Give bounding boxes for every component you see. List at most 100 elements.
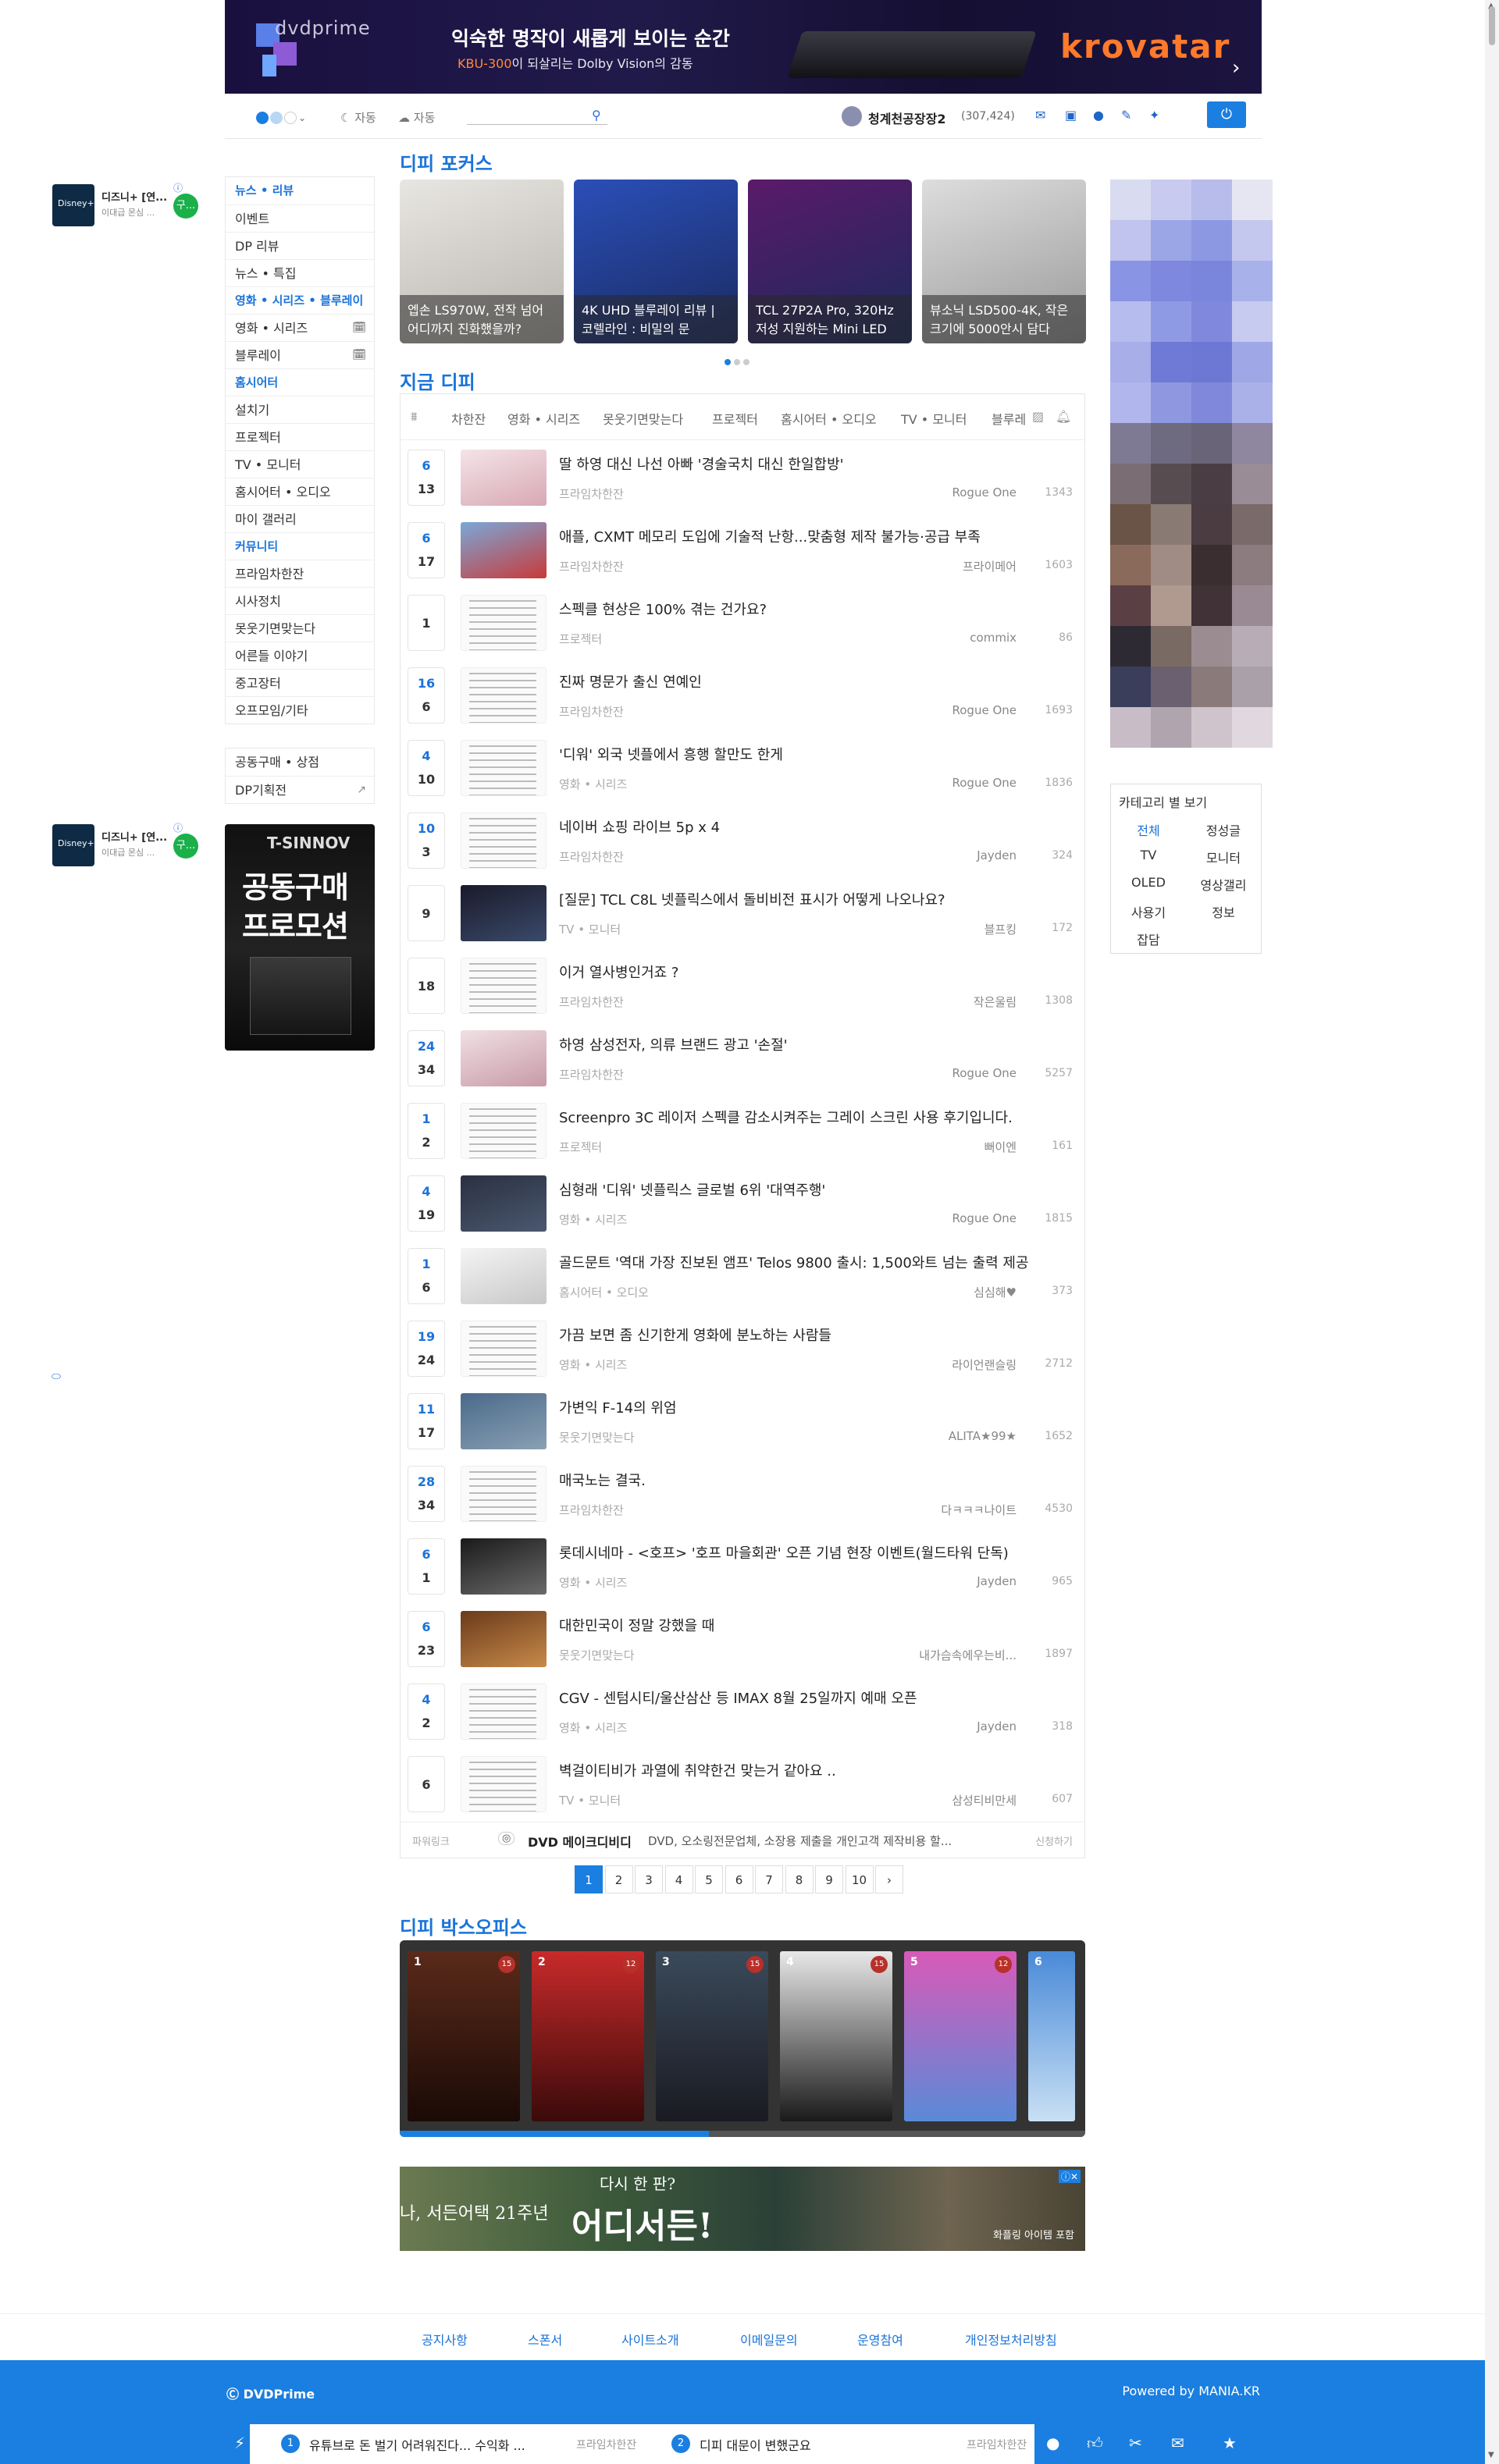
post-category[interactable]: 영화 • 시리즈	[559, 1574, 627, 1591]
post-category[interactable]: 프라임차한잔	[559, 994, 624, 1010]
image-view-icon[interactable]: ▨	[1032, 409, 1044, 424]
focus-pager-dots[interactable]	[725, 354, 753, 368]
post-row[interactable]: 24 34 하영 삼성전자, 의류 브랜드 광고 '손절' 프라임차한잔 Rogue O…	[400, 1022, 1085, 1095]
nav-item[interactable]: 설치기	[226, 396, 374, 423]
post-title[interactable]: 하영 삼성전자, 의류 브랜드 광고 '손절'	[559, 1034, 788, 1054]
post-author[interactable]: Jayden	[977, 1719, 1017, 1733]
category-item[interactable]: 정보	[1186, 902, 1261, 921]
page-scrollbar[interactable]: ▲ ▼	[1485, 0, 1499, 2464]
chat-icon[interactable]: ●	[1093, 108, 1104, 123]
user-name[interactable]: 청계천공장장2	[868, 108, 945, 127]
footer-link[interactable]: 스폰서	[528, 2330, 562, 2348]
nav-item[interactable]: 오프모임/기타	[226, 696, 374, 724]
post-author[interactable]: 블프킹	[984, 921, 1017, 937]
nav-item[interactable]: 어른들 이야기	[226, 642, 374, 669]
movie-poster[interactable]: 6	[1028, 1951, 1075, 2121]
bell-icon[interactable]: 🔔︎	[1056, 409, 1071, 424]
post-row[interactable]: 4 2 CGV - 센텀시티/울산삼산 등 IMAX 8월 25일까지 예매 오픈 영…	[400, 1676, 1085, 1748]
carousel-progress[interactable]	[400, 2131, 1085, 2137]
post-row[interactable]: 6 23 대한민국이 정말 강했을 때 못웃기면맞는다 내가슴속에우는비... 1897	[400, 1603, 1085, 1676]
group-buy-promo-ad[interactable]: T-SINNOV 공동구매 프로모션	[225, 824, 375, 1051]
page-button[interactable]: 8	[785, 1865, 814, 1893]
post-thumbnail[interactable]	[461, 522, 547, 578]
post-row[interactable]: 18 이거 열사병인거죠 ? 프라임차한잔 작은울림 1308	[400, 950, 1085, 1022]
post-row[interactable]: 28 34 매국노는 결국. 프라임차한잔 다ㅋㅋㅋ나이트 4530	[400, 1458, 1085, 1531]
post-thumbnail[interactable]	[461, 885, 547, 941]
footer-powered[interactable]: Powered by MANIA.KR	[1122, 2384, 1260, 2398]
tab-category[interactable]: 못웃기면맞는다	[603, 409, 683, 428]
nav-item[interactable]: TV • 모니터	[226, 450, 374, 478]
dock-item-title[interactable]: 디피 대문이 변했군요	[700, 2435, 811, 2454]
post-title[interactable]: 스펙클 현상은 100% 겪는 건가요?	[559, 599, 767, 619]
category-item[interactable]: TV	[1111, 848, 1186, 862]
chat-icon[interactable]: ●	[1046, 2434, 1059, 2452]
tab-category[interactable]: 블루레	[992, 409, 1026, 428]
mail-icon[interactable]: ✉	[1035, 108, 1045, 123]
post-row[interactable]: 1 2 Screenpro 3C 레이저 스펙클 감소시켜주는 그레이 스크린 사용…	[400, 1095, 1085, 1168]
category-item[interactable]: 정성글	[1186, 820, 1261, 839]
page-button[interactable]: 3	[635, 1865, 663, 1893]
post-title[interactable]: CGV - 센텀시티/울산삼산 등 IMAX 8월 25일까지 예매 오픈	[559, 1687, 917, 1708]
post-row[interactable]: 6 13 딸 하영 대신 나선 아빠 '경술국치 대신 한일합방' 프라임차한잔 Rog…	[400, 442, 1085, 514]
page-button[interactable]: 5	[695, 1865, 723, 1893]
post-title[interactable]: 진짜 명문가 출신 연예인	[559, 671, 702, 692]
page-button[interactable]: 10	[845, 1865, 874, 1893]
post-thumbnail[interactable]	[461, 1248, 547, 1304]
bottom-banner-ad[interactable]: 다시 한 판? 나, 서든어택 21주년 어디서든! 화플링 아이템 포함 ⓘ✕	[400, 2167, 1085, 2251]
page-button[interactable]: 9	[815, 1865, 843, 1893]
nav-item[interactable]: 홈시어터 • 오디오	[226, 478, 374, 505]
post-thumbnail[interactable]	[461, 1466, 547, 1522]
page-button[interactable]: 4	[664, 1865, 693, 1893]
moon-auto-toggle[interactable]: ☾ 자동	[340, 109, 376, 126]
section-title-now[interactable]: 지금 디피	[400, 367, 475, 394]
post-row[interactable]: 4 19 심형래 '디워' 넷플릭스 글로벌 6위 '대역주행' 영화 • 시리즈 Ro…	[400, 1168, 1085, 1240]
post-title[interactable]: 이거 열사병인거죠 ?	[559, 962, 678, 982]
theme-dots[interactable]: ⌄	[256, 109, 308, 124]
post-category[interactable]: 프라임차한잔	[559, 1502, 624, 1518]
post-title[interactable]: 네이버 쇼핑 라이브 5p x 4	[559, 816, 720, 837]
nav-item[interactable]: 중고장터	[226, 669, 374, 696]
category-item[interactable]: 영상갤리	[1186, 875, 1261, 894]
post-author[interactable]: Jayden	[977, 848, 1017, 862]
post-category[interactable]: 홈시어터 • 오디오	[559, 1284, 649, 1300]
side-ad-1[interactable]: Disney+ 디즈니+ [연... 이대급 몬심 ... ⓘ 구...	[48, 181, 201, 229]
wrench-icon[interactable]: ✂	[1129, 2434, 1142, 2452]
post-category[interactable]: 영화 • 시리즈	[559, 1356, 627, 1373]
focus-card[interactable]: 뷰소닉 LSD500-4K, 작은 크기에 5000안시 담다	[922, 180, 1086, 343]
top-banner-ad[interactable]: dvdprime 익숙한 명작이 새롭게 보이는 순간 KBU-300이 되살리…	[225, 0, 1262, 94]
post-thumbnail[interactable]	[461, 1684, 547, 1740]
lightning-icon[interactable]: ⚡	[234, 2434, 245, 2452]
focus-card[interactable]: 4K UHD 블루레이 리뷰 | 코렐라인 : 비밀의 문	[574, 180, 738, 343]
tab-category[interactable]: 홈시어터 • 오디오	[781, 409, 877, 428]
side-ad-badge[interactable]: 구...	[173, 194, 198, 219]
post-row[interactable]: 16 6 진짜 명문가 출신 연예인 프라임차한잔 Rogue One 1693	[400, 660, 1085, 732]
post-title[interactable]: 골드문트 '역대 가장 진보된 앰프' Telos 9800 출시: 1,500…	[559, 1252, 1029, 1272]
footer-link[interactable]: 이메일문의	[740, 2330, 798, 2348]
post-title[interactable]: 매국노는 결국.	[559, 1470, 646, 1490]
nav-item[interactable]: 영화 • 시리즈 🗓︎	[226, 314, 374, 341]
post-category[interactable]: 프라임차한잔	[559, 558, 624, 574]
page-button[interactable]: ›	[875, 1865, 903, 1893]
post-thumbnail[interactable]	[461, 1321, 547, 1377]
post-title[interactable]: [질문] TCL C8L 넷플릭스에서 돌비비전 표시가 어떻게 나오나요?	[559, 889, 945, 909]
category-item[interactable]: 모니터	[1186, 848, 1261, 866]
power-link-title[interactable]: DVD 메이크디비디	[528, 1832, 632, 1851]
post-thumbnail[interactable]	[461, 1175, 547, 1232]
movie-poster[interactable]: 2 12	[532, 1951, 644, 2121]
ad-info-icon[interactable]: ⓘ	[173, 181, 183, 194]
tab-category[interactable]: 영화 • 시리즈	[507, 409, 580, 428]
post-thumbnail[interactable]	[461, 450, 547, 506]
post-category[interactable]: 못웃기면맞는다	[559, 1429, 635, 1445]
post-author[interactable]: ALITA★99★	[949, 1429, 1017, 1443]
post-thumbnail[interactable]	[461, 595, 547, 651]
post-row[interactable]: 6 17 애플, CXMT 메모리 도입에 기술적 난항...맞춤형 제작 불가능·…	[400, 514, 1085, 587]
post-thumbnail[interactable]	[461, 1538, 547, 1595]
post-thumbnail[interactable]	[461, 1611, 547, 1667]
post-title[interactable]: 대한민국이 정말 강했을 때	[559, 1615, 714, 1635]
star-icon[interactable]: ★	[1223, 2434, 1237, 2452]
search-icon[interactable]: ⚲	[592, 108, 601, 123]
nav-item[interactable]: 프라임차한잔	[226, 560, 374, 587]
focus-card[interactable]: 엡손 LS970W, 전작 넘어 어디까지 진화했을까?	[400, 180, 564, 343]
movie-poster[interactable]: 5 12	[904, 1951, 1017, 2121]
dock-item-title[interactable]: 유튜브로 돈 벌기 어려워진다... 수익화 ...	[309, 2435, 525, 2454]
